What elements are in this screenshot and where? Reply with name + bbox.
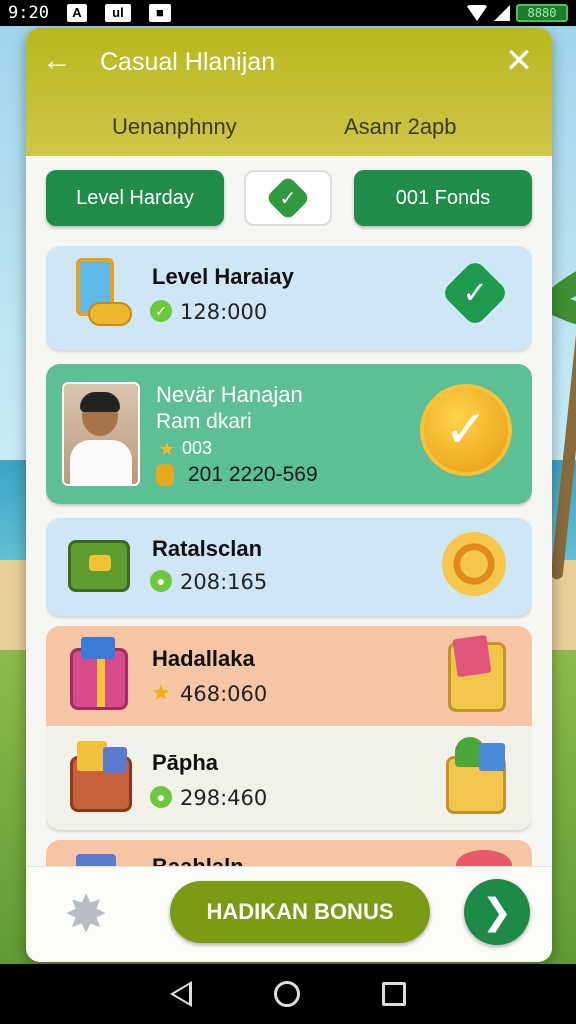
nav-recents-icon[interactable]: [382, 982, 406, 1006]
item-thumbnail-icon: [76, 854, 116, 866]
crate-icon: [70, 741, 132, 812]
gift-box-icon: [70, 637, 128, 710]
item-title: Ratalsclan: [152, 536, 263, 561]
badge-burst-icon[interactable]: ✸: [58, 887, 114, 943]
list-item[interactable]: Ratalsclan ● 208:165: [46, 518, 532, 616]
reward-list: Level Haraiay ✓ 128:000 ✓ Nevär Hanajan …: [46, 246, 532, 866]
treasure-chest-icon: [68, 540, 130, 592]
tab-bar: Level Harday ✓ 001 Fonds: [46, 170, 532, 226]
green-coin-icon: ●: [150, 786, 172, 808]
subtitle-right: Asanr 2apb: [344, 114, 457, 139]
bonus-button[interactable]: HADIKAN BONUS: [170, 881, 430, 943]
avatar: [62, 382, 140, 486]
item-title: Nevär Hanajan: [156, 382, 303, 407]
subtitle-left: Uenanphnny: [112, 114, 237, 139]
check-coin-icon: ✓: [150, 300, 172, 322]
coin-icon: [156, 464, 174, 486]
status-bar: 9:20 A ul ■ 8880: [0, 0, 576, 26]
completed-check-icon: ✓: [440, 258, 510, 328]
list-item[interactable]: Pāpha ● 298:460: [46, 726, 532, 830]
list-item-featured[interactable]: Nevär Hanajan Ram dkari ★ 003 201 2220-5…: [46, 364, 532, 504]
nav-home-icon[interactable]: [274, 981, 300, 1007]
tab-level-harday[interactable]: Level Harday: [46, 170, 224, 226]
book-box-icon: [448, 634, 506, 712]
system-nav-bar: [0, 964, 576, 1024]
tab-fonds[interactable]: 001 Fonds: [354, 170, 532, 226]
fruit-box-icon: [446, 737, 506, 814]
item-stars: 003: [182, 438, 213, 458]
battery-icon: 8880: [516, 4, 568, 22]
wifi-icon: [466, 5, 488, 21]
item-title: Level Haraiay: [152, 264, 294, 289]
item-value: 128:000: [180, 300, 268, 324]
star-icon: ★: [151, 680, 171, 705]
flower-target-icon: [442, 532, 506, 596]
item-value: 298:460: [180, 786, 268, 810]
dialog-title: Casual Hlanijan: [100, 48, 276, 76]
close-icon[interactable]: ✕: [502, 44, 536, 78]
dialog-header: ← Casual Hlanijan ✕ Uenanphnny Asanr 2ap…: [26, 28, 552, 156]
list-item[interactable]: Level Haraiay ✓ 128:000 ✓: [46, 246, 532, 350]
item-title: Hadallaka: [152, 646, 255, 671]
list-item[interactable]: Baahlaln: [46, 840, 532, 866]
item-value: 468:060: [180, 682, 268, 706]
dialog: ← Casual Hlanijan ✕ Uenanphnny Asanr 2ap…: [26, 28, 552, 962]
item-value: 201 2220-569: [188, 463, 318, 486]
phone-coin-icon: [68, 258, 134, 332]
list-item[interactable]: Hadallaka ★ 468:060: [46, 626, 532, 726]
status-time: 9:20: [8, 3, 49, 23]
back-arrow-icon[interactable]: ←: [42, 46, 76, 80]
flower-icon: [456, 850, 512, 866]
gold-check-icon[interactable]: ✓: [420, 384, 512, 476]
item-value: 208:165: [180, 570, 268, 594]
green-coin-icon: ●: [150, 570, 172, 592]
item-title: Baahlaln: [152, 854, 244, 866]
notification-photo-icon: ■: [148, 4, 171, 22]
tab-check[interactable]: ✓: [244, 170, 332, 226]
notification-ul-icon: ul: [104, 4, 131, 22]
check-badge-icon: ✓: [265, 175, 311, 221]
notification-a-icon: A: [66, 4, 87, 22]
item-title: Pāpha: [152, 750, 219, 775]
next-arrow-button[interactable]: ❯: [464, 879, 530, 945]
signal-icon: [494, 5, 510, 21]
nav-back-icon[interactable]: [170, 981, 192, 1007]
item-subtitle: Ram dkari: [156, 410, 252, 433]
star-icon: ★: [158, 439, 176, 459]
bottom-bar: ✸ HADIKAN BONUS ❯: [26, 866, 552, 962]
